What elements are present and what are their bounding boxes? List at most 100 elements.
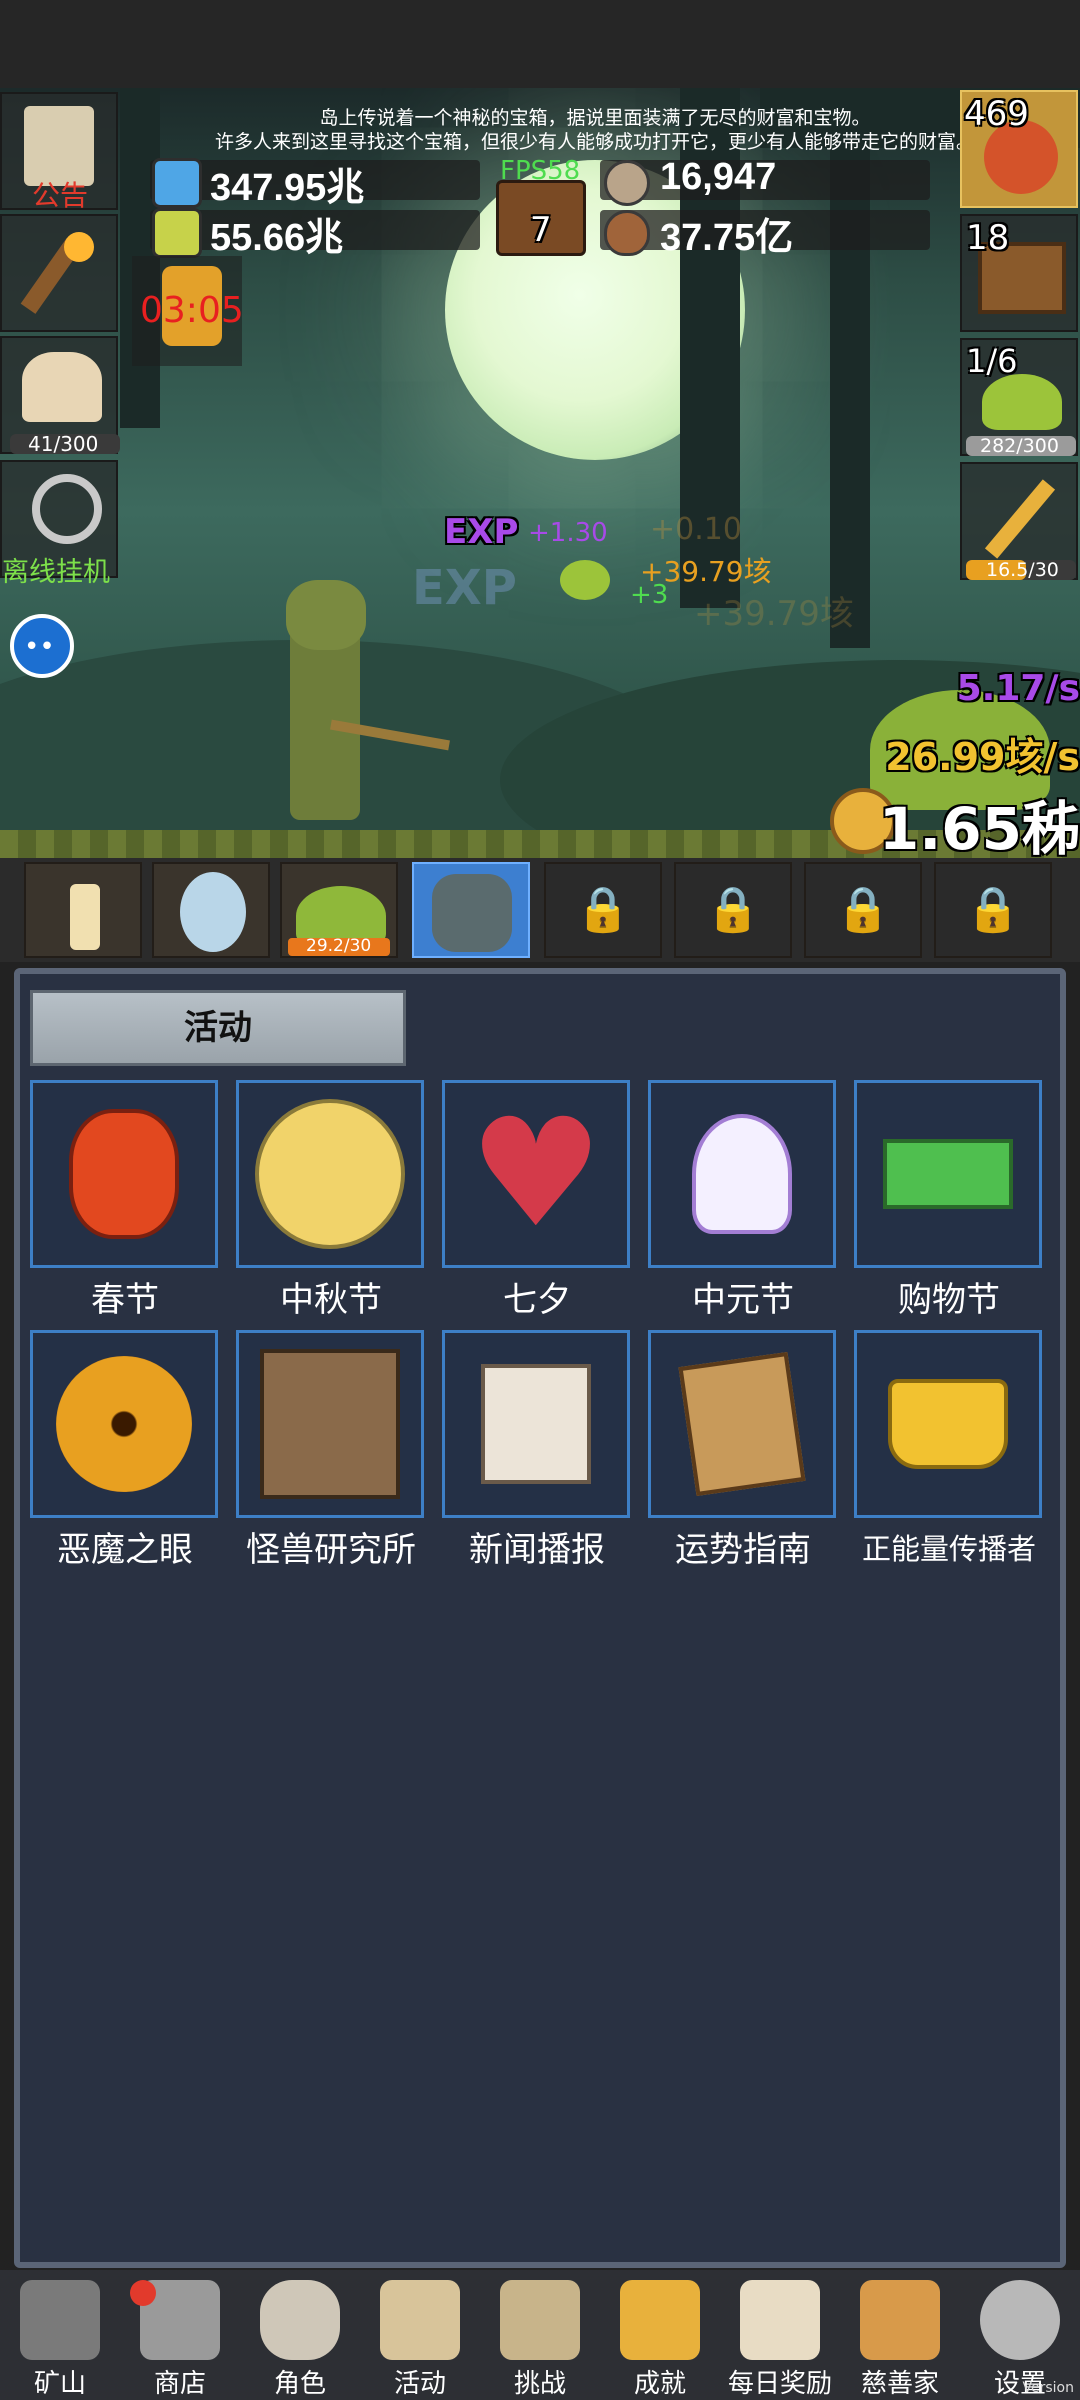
shell-value: 16,947 [660, 156, 777, 198]
slime-icon [982, 374, 1062, 430]
card-label: 新闻播报 [469, 1530, 605, 1570]
scroll-icon [380, 2280, 460, 2360]
key-icon [620, 2280, 700, 2360]
gold-rate: 26.99垓/s [885, 735, 1080, 779]
nav-label: 挑战 [513, 2369, 566, 2399]
news-card[interactable] [442, 1330, 630, 1518]
chest-button[interactable]: 18 [960, 214, 1078, 332]
card-label: 春节 [91, 1280, 159, 1320]
potion-count: 469 [964, 94, 1029, 134]
card-label: 怪兽研究所 [246, 1530, 416, 1570]
lock-icon: 🔒 [835, 884, 891, 935]
nav-label: 角色 [273, 2369, 326, 2399]
candle-slot[interactable] [24, 862, 142, 958]
notice-button[interactable]: 公告 [0, 92, 118, 212]
envelope-icon [740, 2280, 820, 2360]
green-potion-value: 55.66兆 [210, 217, 344, 259]
locked-slot[interactable]: 🔒 [544, 862, 662, 958]
zhongyuan-card[interactable] [648, 1080, 836, 1268]
mid-autumn-card[interactable] [236, 1080, 424, 1268]
timer-text: 03:05 [140, 290, 244, 331]
nav-label: 商店 [153, 2369, 206, 2399]
card-label: 恶魔之眼 [57, 1530, 193, 1570]
torch-flame [64, 232, 94, 262]
lock-icon: 🔒 [575, 884, 631, 935]
sword-button[interactable]: 16.5/30 [960, 462, 1078, 581]
locked-slot[interactable]: 🔒 [674, 862, 792, 958]
positive-energy-card[interactable] [854, 1330, 1042, 1518]
chest-count: 18 [966, 218, 1010, 258]
blue-potion-icon [152, 158, 202, 208]
heart-icon: ♥ [468, 1087, 604, 1261]
money-icon [883, 1139, 1013, 1209]
top-status-area [0, 0, 1080, 88]
chat-bubble-button[interactable]: •• [10, 614, 74, 678]
locked-slot[interactable]: 🔒 [804, 862, 922, 958]
exp-label: EXP [444, 512, 519, 552]
egg-slot[interactable] [152, 862, 270, 958]
timer-chest-button[interactable]: 03:05 [132, 256, 244, 366]
candle-icon [70, 884, 100, 950]
nav-challenge[interactable]: 挑战 [480, 2270, 600, 2400]
locked-slot[interactable]: 🔒 [934, 862, 1052, 958]
nav-character[interactable]: 角色 [240, 2270, 360, 2400]
zombie-icon [432, 874, 512, 952]
nut-icon [604, 210, 650, 256]
slime-button[interactable]: 1/6 282/300 [960, 338, 1078, 457]
slime-slot[interactable]: 29.2/30 [280, 862, 398, 958]
announcement-line: 许多人来到这里寻找这个宝箱，但很少有人能够成功打开它，更少有人能够带走它的财富。 [214, 131, 975, 153]
bread-icon [860, 2280, 940, 2360]
green-potion-icon [152, 208, 202, 258]
sword-progress: 16.5/30 [986, 559, 1059, 581]
ghost-icon [692, 1114, 792, 1234]
demon-eye-icon [56, 1356, 192, 1492]
blue-potion-value: 347.95兆 [210, 167, 365, 209]
hero-hood [286, 580, 366, 650]
book-level: 7 [530, 210, 552, 250]
egg-icon [180, 872, 246, 952]
nav-label: 成就 [633, 2369, 686, 2399]
nav-daily-reward[interactable]: 每日奖励 [720, 2270, 840, 2400]
demon-eye-card[interactable] [30, 1330, 218, 1518]
lantern-icon [69, 1109, 179, 1239]
nav-shop[interactable]: 商店 [120, 2270, 240, 2400]
nav-label: 矿山 [33, 2369, 86, 2399]
exp-ghost: EXP [412, 560, 517, 616]
announcement: 岛上传说着一个神秘的宝箱，据说里面装满了无尽的财富和宝物。 许多人来到这里寻找这… [120, 106, 1070, 154]
card-label: 运势指南 [675, 1530, 811, 1570]
chat-face-icon: •• [24, 632, 55, 662]
card-label: 中秋节 [280, 1280, 382, 1320]
fortune-card[interactable] [648, 1330, 836, 1518]
monster-lab-card[interactable] [236, 1330, 424, 1518]
ghost-number: +0.10 [650, 512, 742, 547]
gear-icon [980, 2280, 1060, 2360]
qixi-card[interactable]: ♥ [442, 1080, 630, 1268]
torch-button[interactable] [0, 214, 118, 332]
card-label: 正能量传播者 [861, 1532, 1036, 1566]
sword-icon [984, 479, 1056, 559]
card-label: 七夕 [503, 1280, 571, 1320]
shell-icon [604, 160, 650, 206]
nav-activity[interactable]: 活动 [360, 2270, 480, 2400]
offline-button[interactable]: 离线挂机 [0, 460, 118, 588]
gold-total: 1.65秭 [878, 795, 1080, 863]
potion-button[interactable]: 469 [960, 90, 1078, 208]
lantern-icon [20, 2280, 100, 2360]
version-text: Version [1022, 2380, 1074, 2396]
zombie-slot[interactable] [412, 862, 530, 958]
nav-philanthropist[interactable]: 慈善家 [840, 2270, 960, 2400]
crown-icon [888, 1379, 1008, 1469]
food-button[interactable]: 41/300 [0, 336, 120, 456]
gold-gain-ghost: +39.79垓 [694, 594, 854, 634]
shopping-festival-card[interactable] [854, 1080, 1042, 1268]
fortune-guide-icon [678, 1351, 806, 1497]
nav-mine[interactable]: 矿山 [0, 2270, 120, 2400]
nav-achievement[interactable]: 成就 [600, 2270, 720, 2400]
spring-festival-card[interactable] [30, 1080, 218, 1268]
nut-value: 37.75亿 [660, 217, 794, 259]
food-count: 41/300 [28, 432, 99, 456]
card-label: 中元节 [692, 1280, 794, 1320]
slime-slot-progress: 29.2/30 [306, 936, 372, 956]
notification-dot [130, 2280, 156, 2306]
beer-mug-icon [22, 352, 102, 422]
